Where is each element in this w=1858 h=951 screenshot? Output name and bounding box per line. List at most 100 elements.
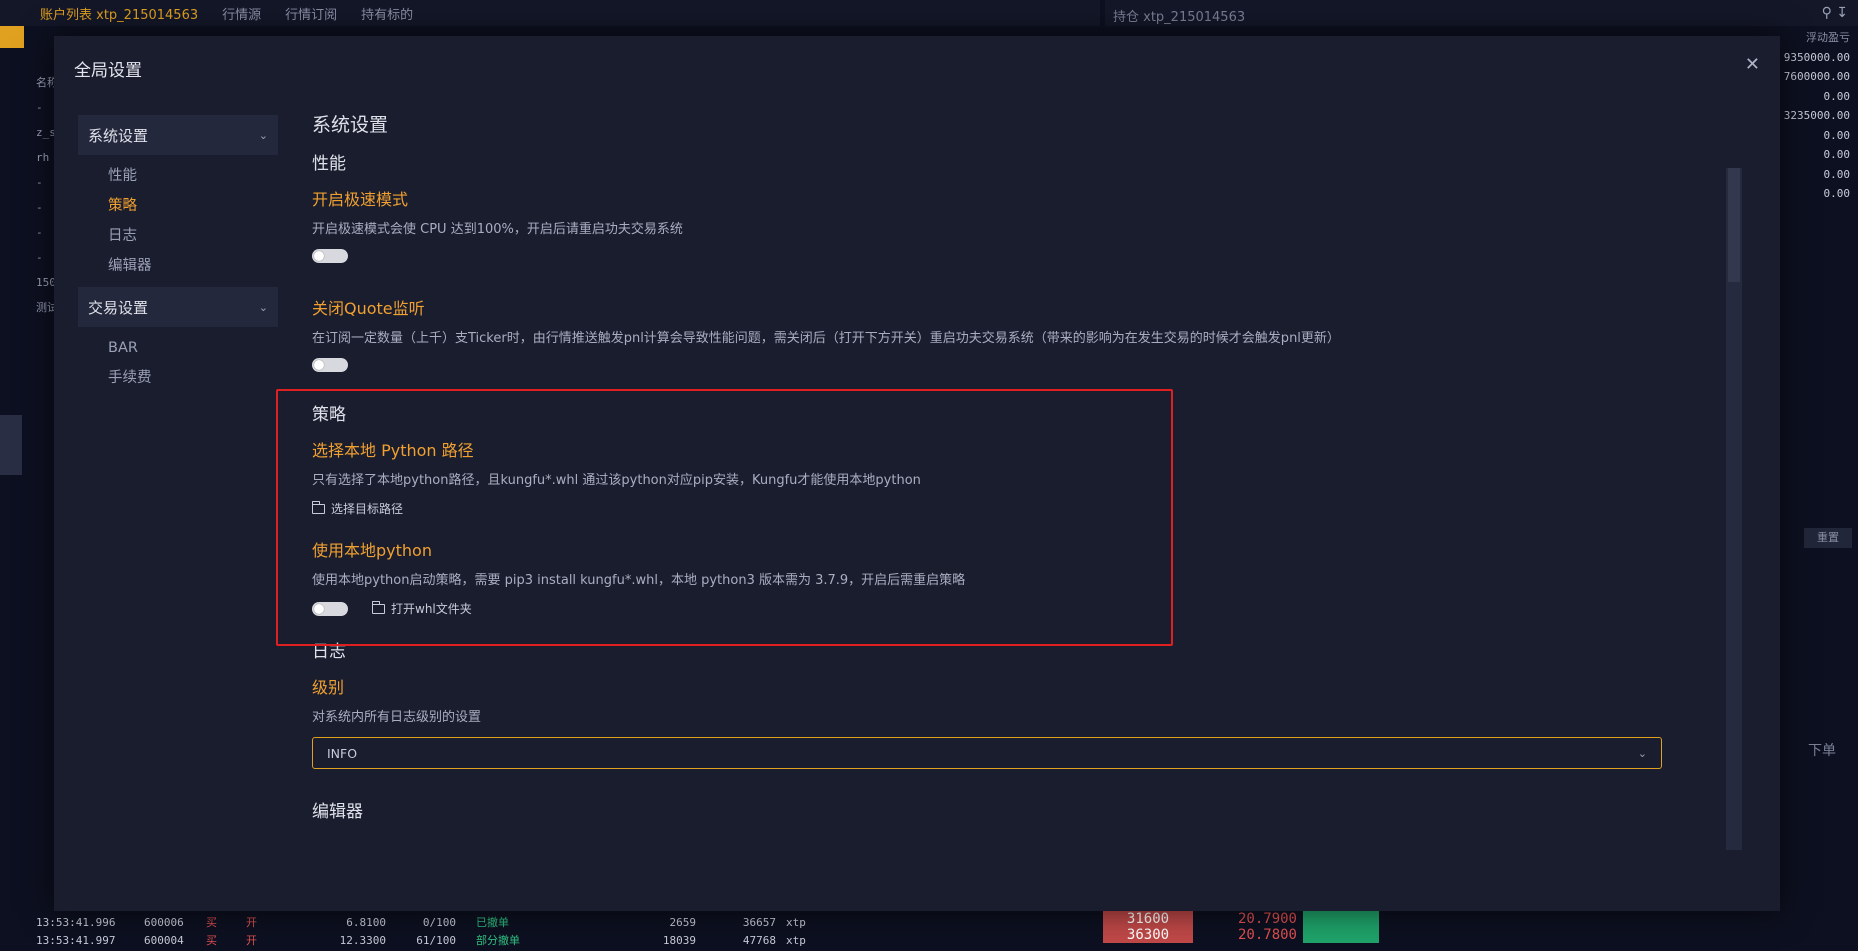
content-scrollbar[interactable] [1726, 168, 1742, 850]
table-row: 13:53:41.996 600006 买 开 6.8100 0/100 已撤单… [36, 914, 1106, 932]
sidebar-item-editor[interactable]: 编辑器 [78, 251, 278, 281]
setting-use-python: 使用本地python 使用本地python启动策略，需要 pip3 instal… [312, 537, 1664, 617]
order-book: 31600 20.7900 36300 20.7800 [1103, 911, 1379, 943]
setting-name: 开启极速模式 [312, 190, 409, 209]
sidebar-item-log[interactable]: 日志 [78, 221, 278, 251]
list-item: 0.00 [1823, 89, 1851, 103]
order-time: 13:53:41.996 [36, 916, 116, 929]
setting-desc: 使用本地python启动策略，需要 pip3 install kungfu*.w… [312, 573, 966, 588]
order-source: xtp [786, 934, 806, 947]
tab-account-list[interactable]: 账户列表 xtp_215014563 [28, 4, 210, 23]
order-status: 部分撤单 [476, 934, 520, 947]
sidebar-item-performance[interactable]: 性能 [78, 161, 278, 191]
use-python-toggle[interactable] [312, 601, 348, 616]
setting-name: 级别 [312, 678, 345, 697]
global-settings-modal: 全局设置 ✕ 系统设置 ⌄ 性能 策略 日志 编辑器 交易设置 ⌄ BAR 手续… [54, 36, 1780, 911]
order-n2: 36657 [742, 916, 776, 929]
list-item: 3235000.00 [1783, 109, 1850, 122]
log-level-select[interactable]: INFO ⌄ [312, 737, 1662, 769]
background-top-tabs: 账户列表 xtp_215014563 行情源 行情订阅 持有标的 [0, 0, 1100, 26]
book-bar [1303, 927, 1379, 943]
content-heading: 系统设置 [312, 114, 389, 136]
order-offset: 开 [246, 934, 257, 947]
sidebar-list: 性能 策略 日志 编辑器 [78, 161, 278, 281]
section-title-editor: 编辑器 [312, 802, 363, 822]
scrollbar-thumb[interactable] [1728, 168, 1740, 282]
sidebar-group-label: 系统设置 [88, 126, 149, 145]
order-volume: 0/100 [422, 916, 456, 929]
background-strip [0, 415, 22, 475]
sidebar-group-system[interactable]: 系统设置 ⌄ [78, 115, 278, 155]
book-amount: 31600 [1103, 911, 1193, 927]
order-source: xtp [786, 916, 806, 929]
list-item: 7600000.00 [1783, 70, 1850, 83]
tab-market-subscribe[interactable]: 行情订阅 [273, 4, 349, 23]
open-whl-folder-label: 打开whl文件夹 [391, 602, 472, 616]
setting-desc: 开启极速模式会使 CPU 达到100%，开启后请重启功夫交易系统 [312, 222, 683, 237]
order-n2: 47768 [742, 934, 776, 947]
close-icon[interactable]: ✕ [1745, 54, 1760, 75]
order-side: 买 [206, 916, 217, 929]
reset-button[interactable]: 重置 [1804, 528, 1852, 548]
setting-desc: 只有选择了本地python路径，且kungfu*.whl 通过该python对应… [312, 473, 921, 488]
order-book-row: 36300 20.7800 [1103, 927, 1379, 943]
select-path-button[interactable]: 选择目标路径 [312, 500, 403, 517]
toggle-row [312, 358, 1664, 372]
sidebar-item-bar[interactable]: BAR [78, 333, 278, 363]
log-level-value: INFO [327, 745, 358, 761]
quote-listen-toggle[interactable] [312, 358, 348, 372]
place-order-label: 下单 [1808, 743, 1836, 759]
select-path-label: 选择目标路径 [331, 502, 404, 516]
book-price: 20.7800 [1237, 927, 1297, 943]
section-title-strategy: 策略 [312, 405, 346, 425]
section-title-performance: 性能 [312, 154, 346, 174]
order-price: 6.8100 [346, 916, 386, 929]
book-bar [1303, 911, 1379, 927]
order-code: 600004 [144, 934, 184, 947]
setting-name: 关闭Quote监听 [312, 299, 425, 318]
order-status: 已撤单 [476, 916, 509, 929]
chevron-down-icon: ⌄ [1637, 746, 1647, 760]
order-book-row: 31600 20.7900 [1103, 911, 1379, 927]
order-price: 12.3300 [339, 934, 386, 947]
book-price: 20.7900 [1237, 911, 1297, 927]
sidebar-item-fee[interactable]: 手续费 [78, 363, 278, 393]
orders-table: 13:53:41.996 600006 买 开 6.8100 0/100 已撤单… [36, 914, 1106, 950]
search-icon[interactable]: ⚲ ↧ [1822, 5, 1848, 21]
setting-desc: 对系统内所有日志级别的设置 [312, 710, 482, 725]
section-title-log: 日志 [312, 642, 346, 662]
order-time: 13:53:41.997 [36, 934, 116, 947]
chevron-down-icon: ⌄ [258, 300, 268, 314]
tab-holdings[interactable]: 持有标的 [349, 4, 425, 23]
list-item: 0.00 [1823, 167, 1851, 181]
tab-market-source[interactable]: 行情源 [210, 4, 273, 23]
settings-sidebar: 系统设置 ⌄ 性能 策略 日志 编辑器 交易设置 ⌄ BAR 手续费 [78, 115, 278, 399]
table-row: 13:53:41.997 600004 买 开 12.3300 61/100 部… [36, 932, 1106, 950]
book-amount: 36300 [1103, 927, 1193, 943]
position-header: 浮动盈亏 [1806, 31, 1850, 44]
setting-quote-listen: 关闭Quote监听 在订阅一定数量（上千）支Ticker时，由行情推送触发pnl… [312, 295, 1664, 372]
setting-speed-mode: 开启极速模式 开启极速模式会使 CPU 达到100%，开启后请重启功夫交易系统 [312, 186, 1664, 263]
list-item: 9350000.00 [1783, 50, 1850, 64]
open-whl-folder-button[interactable]: 打开whl文件夹 [372, 600, 472, 617]
setting-name: 选择本地 Python 路径 [312, 441, 474, 460]
folder-icon [312, 500, 325, 514]
setting-log-level: 级别 对系统内所有日志级别的设置 INFO ⌄ [312, 674, 1664, 769]
toggle-row [312, 249, 1664, 263]
order-n1: 18039 [662, 934, 696, 947]
modal-title: 全局设置 [74, 61, 142, 81]
toggle-row: 选择目标路径 [312, 500, 1664, 517]
order-volume: 61/100 [416, 934, 456, 947]
toggle-row: 打开whl文件夹 [312, 600, 1664, 617]
setting-desc: 在订阅一定数量（上千）支Ticker时，由行情推送触发pnl计算会导致性能问题，… [312, 331, 1340, 346]
order-side: 买 [206, 934, 217, 947]
list-item: 0.00 [1823, 148, 1851, 161]
sidebar-group-trade[interactable]: 交易设置 ⌄ [78, 287, 278, 327]
sidebar-list: BAR 手续费 [78, 333, 278, 393]
sidebar-item-strategy[interactable]: 策略 [78, 191, 278, 221]
list-item: 0.00 [1823, 128, 1851, 142]
list-item: 0.00 [1823, 187, 1851, 200]
speed-mode-toggle[interactable] [312, 249, 348, 263]
position-panel-title: 持仓 xtp_215014563 [1113, 10, 1246, 25]
chevron-down-icon: ⌄ [258, 128, 268, 142]
